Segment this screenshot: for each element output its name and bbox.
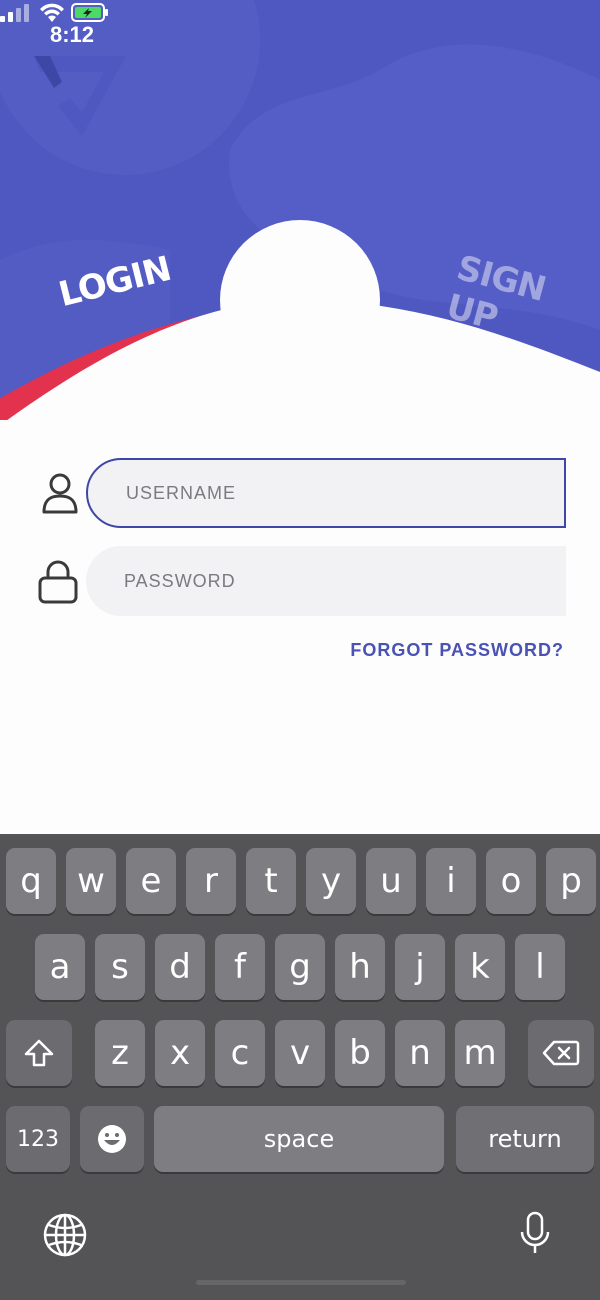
key-a[interactable]: a: [35, 934, 85, 1000]
emoji-key[interactable]: [80, 1106, 144, 1172]
key-m[interactable]: m: [455, 1020, 505, 1086]
header: 8:12 LOGIN SIGN UP: [0, 0, 600, 420]
key-o[interactable]: o: [486, 848, 536, 914]
keyboard: q w e r t y u i o p a s d f g h j k l z …: [0, 834, 600, 1300]
key-d[interactable]: d: [155, 934, 205, 1000]
key-u[interactable]: u: [366, 848, 416, 914]
key-c[interactable]: c: [215, 1020, 265, 1086]
shift-icon: [24, 1039, 54, 1067]
key-g[interactable]: g: [275, 934, 325, 1000]
key-k[interactable]: k: [455, 934, 505, 1000]
return-key[interactable]: return: [456, 1106, 594, 1172]
home-indicator: [196, 1280, 406, 1285]
key-v[interactable]: v: [275, 1020, 325, 1086]
numbers-key[interactable]: 123: [6, 1106, 70, 1172]
lock-icon: [38, 560, 78, 604]
forgot-password-link[interactable]: FORGOT PASSWORD?: [350, 640, 564, 661]
key-i[interactable]: i: [426, 848, 476, 914]
username-input[interactable]: [86, 458, 566, 528]
key-w[interactable]: w: [66, 848, 116, 914]
key-r[interactable]: r: [186, 848, 236, 914]
key-e[interactable]: e: [126, 848, 176, 914]
key-h[interactable]: h: [335, 934, 385, 1000]
password-input[interactable]: [86, 546, 566, 616]
key-q[interactable]: q: [6, 848, 56, 914]
key-f[interactable]: f: [215, 934, 265, 1000]
login-screen: 8:12 LOGIN SIGN UP USERNAME FORGOT PASSW…: [0, 0, 600, 1300]
key-b[interactable]: b: [335, 1020, 385, 1086]
key-x[interactable]: x: [155, 1020, 205, 1086]
shift-key[interactable]: [6, 1020, 72, 1086]
key-p[interactable]: p: [546, 848, 596, 914]
user-icon: [42, 473, 78, 514]
globe-icon[interactable]: [42, 1212, 88, 1258]
key-s[interactable]: s: [95, 934, 145, 1000]
space-key[interactable]: space: [154, 1106, 444, 1172]
key-y[interactable]: y: [306, 848, 356, 914]
backspace-icon: [542, 1040, 580, 1066]
key-n[interactable]: n: [395, 1020, 445, 1086]
key-l[interactable]: l: [515, 934, 565, 1000]
microphone-icon[interactable]: [512, 1210, 558, 1256]
key-z[interactable]: z: [95, 1020, 145, 1086]
key-j[interactable]: j: [395, 934, 445, 1000]
backspace-key[interactable]: [528, 1020, 594, 1086]
app-logo-icon: [34, 56, 126, 136]
key-t[interactable]: t: [246, 848, 296, 914]
emoji-icon: [98, 1125, 126, 1153]
